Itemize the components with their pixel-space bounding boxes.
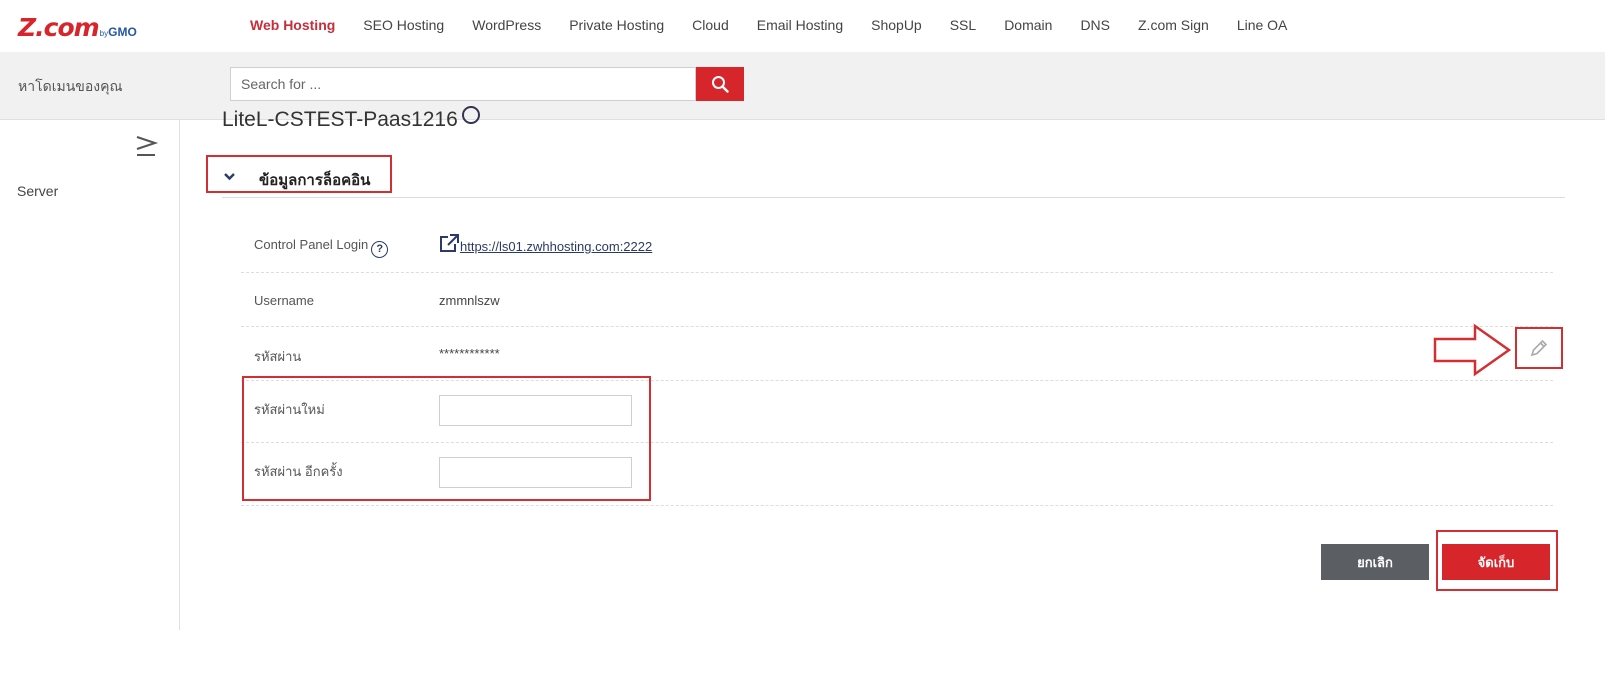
domain-search-label: หาโดเมนของคุณ	[18, 78, 123, 94]
top-navigation: Z.combyGMO Web Hosting SEO Hosting WordP…	[0, 0, 1605, 53]
service-title: LiteL-CSTEST-Paas1216	[222, 106, 480, 132]
nav-dns[interactable]: DNS	[1066, 17, 1124, 33]
nav-wordpress[interactable]: WordPress	[458, 17, 555, 33]
info-icon[interactable]	[461, 106, 480, 124]
login-info-section-header[interactable]: ข้อมูลการล็อคอิน	[222, 157, 1565, 198]
username-label: Username	[254, 293, 314, 308]
password-label: รหัสผ่าน	[254, 349, 302, 364]
nav-shopup[interactable]: ShopUp	[857, 17, 936, 33]
nav-ssl[interactable]: SSL	[936, 17, 990, 33]
cancel-button[interactable]: ยกเลิก	[1321, 544, 1429, 580]
cp-label-wrap: Control Panel Login?	[254, 237, 389, 258]
cp-link-wrap: https://ls01.zwhhosting.com:2222	[439, 233, 652, 254]
row-control-panel: Control Panel Login? https://ls01.zwhhos…	[241, 219, 1553, 273]
nav-domain[interactable]: Domain	[990, 17, 1066, 33]
domain-search-input[interactable]	[230, 67, 696, 101]
highlight-section-header	[206, 155, 392, 193]
nav-line-oa[interactable]: Line OA	[1223, 17, 1302, 33]
left-sidebar: Server	[0, 120, 180, 630]
logo-by: by	[99, 29, 109, 38]
search-icon	[712, 76, 729, 93]
nav-private-hosting[interactable]: Private Hosting	[555, 17, 678, 33]
annotation-arrow	[1433, 323, 1512, 377]
username-value: zmmnlszw	[439, 293, 500, 308]
cp-label: Control Panel Login	[254, 237, 369, 252]
sidebar-collapse-icon[interactable]	[133, 134, 159, 158]
search-button[interactable]	[696, 67, 744, 101]
help-icon[interactable]: ?	[371, 240, 389, 258]
zcom-logo[interactable]: Z.combyGMO	[18, 13, 137, 42]
logo-gmo: GMO	[108, 25, 137, 39]
edit-password-button[interactable]	[1515, 327, 1563, 369]
cp-login-link[interactable]: https://ls01.zwhhosting.com:2222	[460, 239, 652, 254]
nav-web-hosting[interactable]: Web Hosting	[236, 17, 349, 33]
nav-zcom-sign[interactable]: Z.com Sign	[1124, 17, 1223, 33]
logo-text: Z.com	[18, 13, 100, 42]
external-link-icon[interactable]	[439, 233, 460, 253]
pencil-icon	[1530, 339, 1548, 357]
nav-seo-hosting[interactable]: SEO Hosting	[349, 17, 458, 33]
main-menu: Web Hosting SEO Hosting WordPress Privat…	[236, 0, 1301, 50]
service-title-text: LiteL-CSTEST-Paas1216	[222, 108, 458, 131]
row-username: Username zmmnlszw	[241, 273, 1553, 327]
row-password: รหัสผ่าน ************	[241, 327, 1553, 381]
password-value: ************	[439, 346, 500, 361]
sidebar-item-server[interactable]: Server	[17, 183, 58, 199]
highlight-save-button	[1436, 530, 1558, 591]
nav-cloud[interactable]: Cloud	[678, 17, 743, 33]
nav-email-hosting[interactable]: Email Hosting	[743, 17, 857, 33]
highlight-password-fields	[242, 376, 651, 501]
